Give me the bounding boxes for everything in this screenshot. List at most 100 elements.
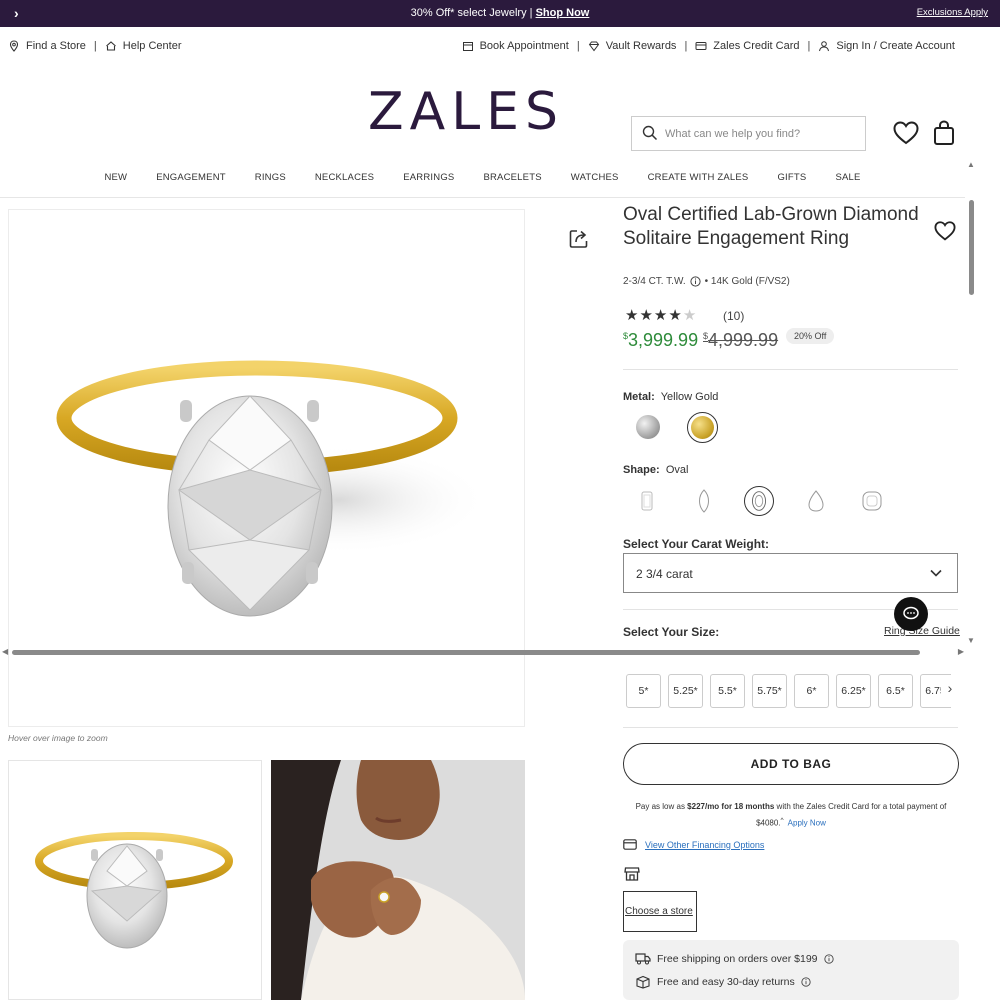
info-icon[interactable] [823,953,834,964]
exclusions-link[interactable]: Exclusions Apply [917,7,988,18]
vault-rewards-link[interactable]: Vault Rewards [606,40,677,52]
scroll-up-arrow-icon[interactable]: ▲ [967,160,975,169]
star-empty-icon: ★ [682,307,698,324]
star-icon: ★ [668,307,683,324]
promo-separator: | [529,7,533,19]
wishlist-heart-icon[interactable] [893,121,919,145]
shop-now-link[interactable]: Shop Now [536,7,590,19]
zales-logo[interactable]: ZALES [368,82,564,142]
oval-shape-icon[interactable] [744,486,774,516]
financing-options: View Other Financing Options [623,839,764,850]
star-icon: ★ [625,307,640,324]
size-option[interactable]: 5* [626,674,661,708]
calendar-icon [462,42,473,51]
promo-message: 30% Off* select Jewelry | Shop Now [0,7,1000,19]
shopping-bag-icon[interactable] [933,120,955,146]
nav-item-rings[interactable]: RINGS [255,172,286,183]
credit-card-link[interactable]: Zales Credit Card [713,40,799,52]
nav-item-bracelets[interactable]: BRACELETS [483,172,541,183]
shape-label-key: Shape: [623,464,660,476]
add-to-bag-button[interactable]: ADD TO BAG [623,743,959,785]
scroll-down-arrow-icon[interactable]: ▼ [967,636,975,645]
book-appointment-link[interactable]: Book Appointment [480,40,569,52]
search-box[interactable]: What can we help you find? [631,116,866,151]
carat-select-value: 2 3/4 carat [636,567,693,581]
emerald-shape-icon[interactable] [632,486,662,516]
carat-select[interactable]: 2 3/4 carat [623,553,958,593]
metal-swatch-yellow-gold[interactable] [691,416,714,439]
pay-monthly: $227/mo for 18 months [687,802,775,811]
old-price-currency: $ [703,331,709,341]
location-pin-icon [9,40,19,52]
help-icon [105,41,116,51]
product-wishlist-heart-icon[interactable] [934,221,956,241]
review-count[interactable]: (10) [723,309,744,323]
info-icon[interactable] [690,276,701,287]
search-icon [642,125,658,141]
info-icon[interactable] [801,977,811,987]
find-store-link[interactable]: Find a Store [26,40,86,52]
return-box-icon [636,975,650,989]
vertical-scrollbar[interactable]: ▲ ▼ [966,160,976,645]
search-input[interactable]: What can we help you find? [665,128,800,140]
metal-swatch-silver[interactable] [636,415,660,439]
nav-item-gifts[interactable]: GIFTS [777,172,806,183]
chat-button[interactable] [894,597,928,631]
cushion-shape-icon[interactable] [857,486,887,516]
nav-item-earrings[interactable]: EARRINGS [403,172,454,183]
size-label: Select Your Size: [623,625,720,639]
size-option[interactable]: 6.5* [878,674,913,708]
nav-item-watches[interactable]: WATCHES [571,172,619,183]
thumbnail-model[interactable] [271,760,525,1000]
chevron-down-icon [930,569,942,577]
size-option[interactable]: 6* [794,674,829,708]
pear-shape-icon[interactable] [801,486,831,516]
size-option[interactable]: 6.25* [836,674,871,708]
pay-middle: with the Zales Credit Card for a total p… [774,802,947,811]
horizontal-scrollbar[interactable]: ◀ ▶ [0,647,966,659]
nav-item-engagement[interactable]: ENGAGEMENT [156,172,226,183]
star-rating[interactable]: ★★★★★ [625,306,697,324]
credit-card-icon [695,42,707,50]
share-icon[interactable] [568,228,590,250]
shipping-line: Free shipping on orders over $199 [635,952,834,965]
size-option[interactable]: 5.25* [668,674,703,708]
nav-item-new[interactable]: NEW [104,172,127,183]
chevron-right-icon[interactable]: › [941,680,959,702]
shape-label-value: Oval [665,464,689,476]
free-shipping-text: Free shipping on orders over $199 [657,952,818,965]
returns-line: Free and easy 30-day returns [635,975,811,989]
nav-item-create-with-zales[interactable]: CREATE WITH ZALES [648,172,749,183]
carat-label: Select Your Carat Weight: [623,537,770,551]
thumbnail-ring[interactable] [8,760,262,1000]
sale-price: $3,999.99 [623,330,698,351]
price-currency: $ [623,331,629,341]
truck-icon [635,953,651,965]
nav-item-sale[interactable]: SALE [835,172,860,183]
marquise-shape-icon[interactable] [689,486,719,516]
sign-in-link[interactable]: Sign In / Create Account [836,40,955,52]
nav-divider [0,197,965,198]
carat-total-weight: 2-3/4 CT. T.W. [623,276,686,287]
size-option[interactable]: 5.75* [752,674,787,708]
product-subtitle: 2-3/4 CT. T.W. • 14K Gold (F/VS2) [623,276,790,287]
financing-message: Pay as low as $227/mo for 18 months with… [623,800,959,831]
choose-store-button[interactable]: Choose a store [623,891,697,932]
scroll-right-arrow-icon[interactable]: ▶ [958,647,964,656]
size-option[interactable]: 5.5* [710,674,745,708]
size-options: 5* 5.25* 5.5* 5.75* 6* 6.25* 6.5* 6.75* [626,674,951,708]
view-financing-link[interactable]: View Other Financing Options [645,840,764,850]
star-icon: ★ [653,307,669,324]
help-center-link[interactable]: Help Center [123,40,182,52]
metal-spec: • 14K Gold (F/VS2) [704,276,790,287]
nav-item-necklaces[interactable]: NECKLACES [315,172,374,183]
horizontal-scroll-thumb[interactable] [12,650,920,655]
apply-now-link[interactable]: Apply Now [788,819,826,828]
promo-bar: › 30% Off* select Jewelry | Shop Now Exc… [0,0,1000,27]
scroll-left-arrow-icon[interactable]: ◀ [2,647,8,656]
promo-text: 30% Off* select Jewelry [410,7,527,19]
store-icon [624,867,640,881]
chat-icon [903,606,919,620]
vertical-scroll-thumb[interactable] [969,200,974,295]
metal-label: Metal: Yellow Gold [623,391,718,403]
